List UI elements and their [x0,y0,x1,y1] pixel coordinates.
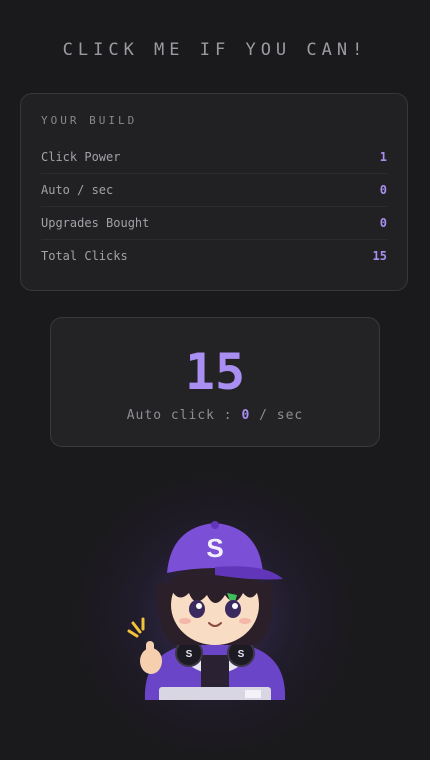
click-counter-panel: 15 Auto click : 0 / sec [50,317,380,447]
svg-text:S: S [238,649,245,660]
build-panel: YOUR BUILD Click Power 1 Auto / sec 0 Up… [20,93,408,291]
stat-value: 1 [379,150,387,164]
page-title: CLICK ME IF YOU CAN! [62,40,368,60]
build-heading: YOUR BUILD [41,114,138,127]
stat-label: Upgrades Bought [41,216,150,230]
stat-label: Auto / sec [41,183,114,197]
stat-value: 15 [372,249,387,263]
mascot-click-target[interactable]: S S S [115,505,315,700]
stat-label: Click Power [41,150,121,164]
stat-row-auto-per-sec: Auto / sec 0 [41,174,387,207]
stat-value: 0 [379,183,387,197]
stat-row-total-clicks: Total Clicks 15 [41,240,387,272]
auto-click-rate: Auto click : 0 / sec [51,408,379,423]
click-count: 15 [184,343,246,401]
stat-row-upgrades-bought: Upgrades Bought 0 [41,207,387,240]
auto-click-value: 0 [241,408,251,423]
stat-label: Total Clicks [41,249,128,263]
stat-value: 0 [379,216,387,230]
cap-logo: S [206,533,223,563]
svg-text:S: S [186,649,193,660]
auto-click-prefix: Auto click : [126,408,242,423]
auto-click-suffix: / sec [250,408,304,423]
stat-row-click-power: Click Power 1 [41,141,387,174]
